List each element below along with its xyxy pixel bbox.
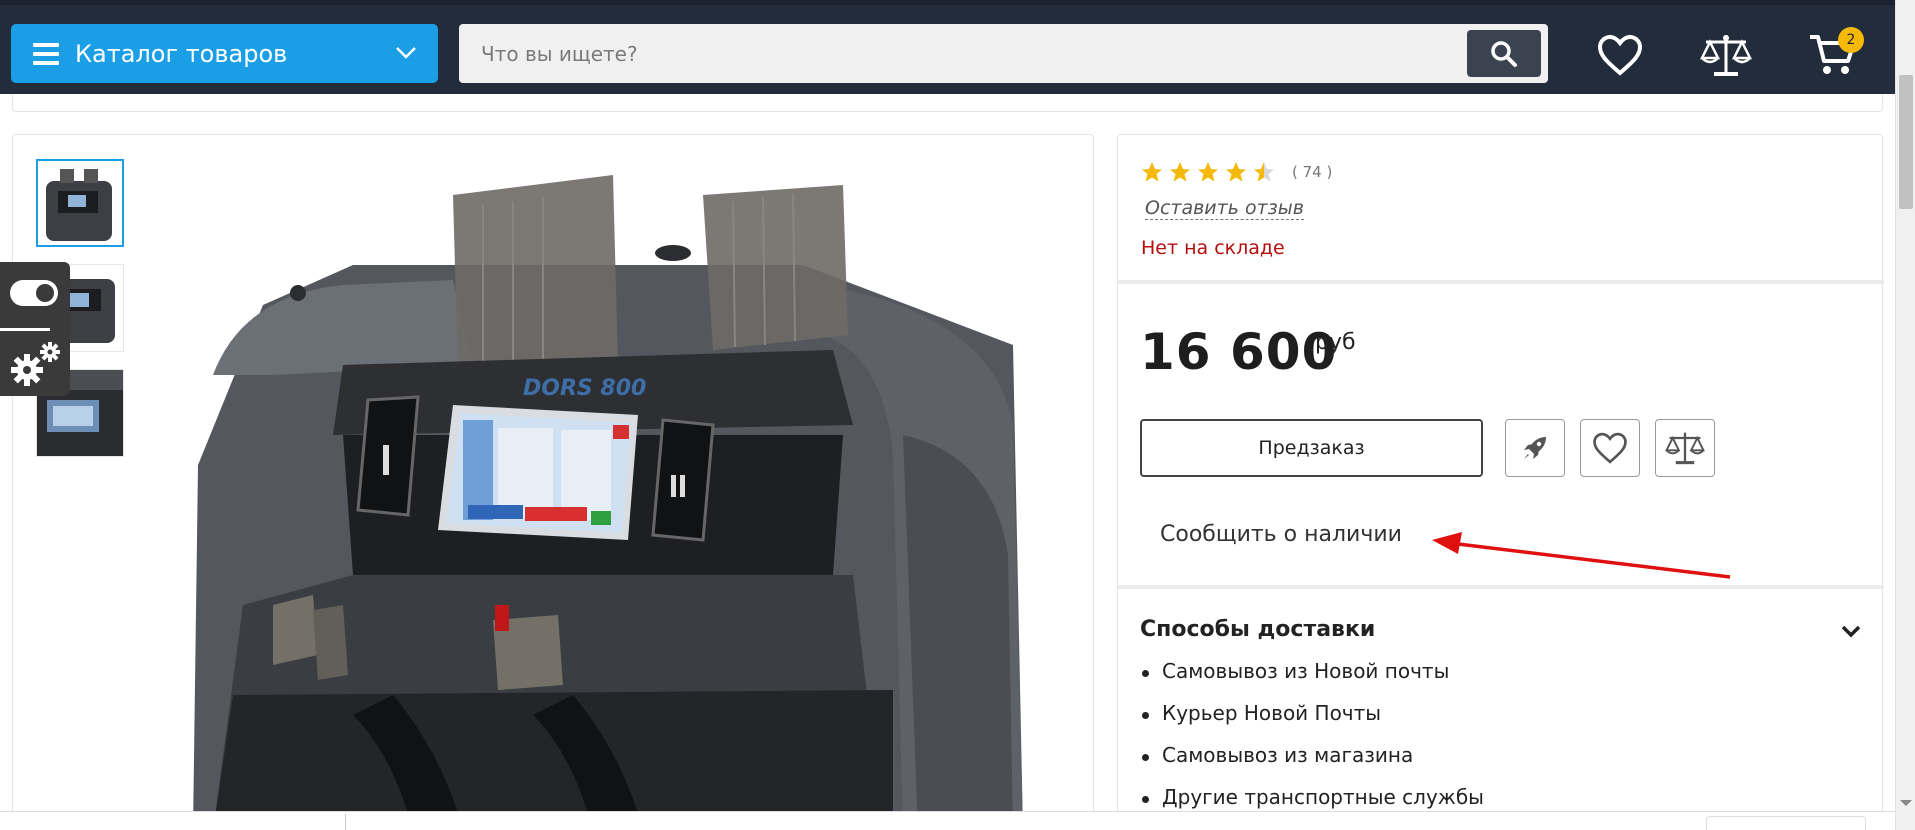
add-to-wishlist-button[interactable] [1580,419,1640,477]
cart-button[interactable]: 2 [1804,27,1864,81]
price-currency: руб [1315,330,1356,355]
catalog-button[interactable]: Каталог товаров [11,24,438,83]
rating-row: ( 74 ) [1140,160,1332,184]
rating-count: ( 74 ) [1292,163,1333,181]
heart-icon [1593,432,1627,464]
heart-icon [1597,34,1643,76]
bottom-bar [0,811,1895,830]
delivery-item: Самовывоз из Новой почты [1140,659,1484,701]
menu-icon [33,42,59,65]
toggle-icon[interactable] [10,280,58,306]
scroll-down-arrow-icon[interactable] [1900,800,1912,806]
delivery-list: Самовывоз из Новой почты Курьер Новой По… [1140,659,1484,827]
scales-icon [1700,35,1752,76]
bottom-divider [345,814,346,830]
cart-count-badge: 2 [1838,27,1864,53]
wishlist-button[interactable] [1594,29,1646,81]
rocket-icon [1524,437,1546,459]
star-half-icon [1254,162,1274,182]
search-bar [459,24,1548,83]
star-icon [1226,162,1246,182]
breadcrumb-strip [12,94,1883,112]
search-input[interactable] [459,24,1459,83]
scales-icon [1665,432,1705,465]
notify-availability-link[interactable]: Сообщить о наличии [1160,522,1402,547]
product-price: 16 600 [1140,323,1338,381]
search-button[interactable] [1467,30,1541,77]
section-divider [1118,280,1884,284]
star-icon [1142,162,1162,182]
scrollbar-thumb[interactable] [1899,75,1913,209]
stock-status: Нет на складе [1141,237,1285,259]
page-scrollbar[interactable] [1895,0,1915,830]
brand-text: DORS 800 [523,376,646,401]
gears-icon[interactable] [5,336,65,396]
section-divider [1118,585,1884,589]
bottom-widget[interactable] [1706,816,1866,830]
product-info-panel: ( 74 ) Оставить отзыв Нет на складе 16 6… [1117,134,1884,830]
search-icon [1491,40,1517,67]
star-icon [1198,162,1218,182]
quick-order-button[interactable] [1505,419,1565,477]
delivery-item: Самовывоз из магазина [1140,743,1484,785]
site-header: Каталог товаров Что вы ищете? 2 [0,0,1895,94]
compare-button[interactable] [1700,29,1752,81]
product-main-image: DORS 800 [193,175,1023,829]
chevron-down-icon [396,47,416,59]
leave-review-link[interactable]: Оставить отзыв [1145,197,1304,220]
catalog-label: Каталог товаров [75,39,288,68]
preorder-button[interactable]: Предзаказ [1140,419,1483,477]
delivery-title: Способы доставки [1140,617,1376,642]
star-icon [1170,162,1190,182]
side-divider [0,328,50,331]
add-to-compare-button[interactable] [1655,419,1715,477]
chevron-down-icon[interactable] [1840,623,1862,639]
side-settings-widget [0,262,70,396]
product-gallery: DORS 800 [12,134,1094,830]
delivery-item: Курьер Новой Почты [1140,701,1484,743]
